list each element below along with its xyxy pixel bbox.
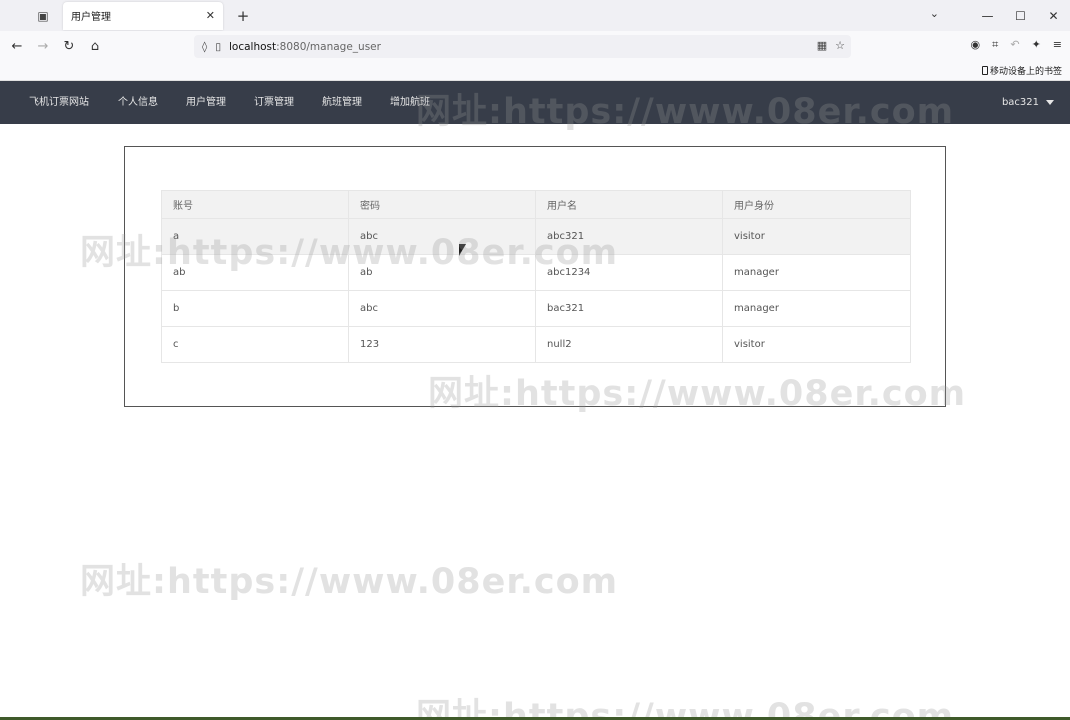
- site-brand-link[interactable]: 飞机订票网站: [0, 81, 104, 124]
- new-tab-button[interactable]: +: [233, 7, 253, 25]
- cell-username: null2: [535, 326, 723, 363]
- cell-password: abc: [348, 290, 536, 327]
- nav-flight-management[interactable]: 航班管理: [308, 81, 376, 124]
- site-navbar: 飞机订票网站 个人信息 用户管理 订票管理 航班管理 增加航班 bac321: [0, 81, 1070, 124]
- url-bar-actions: ▦ ☆: [817, 39, 845, 52]
- table-header-row: 账号 密码 用户名 用户身份: [161, 190, 911, 219]
- header-role: 用户身份: [722, 190, 911, 219]
- page-info-icon: ▯: [215, 40, 221, 53]
- browser-tab[interactable]: 用户管理 ✕: [63, 1, 223, 30]
- table-row[interactable]: a abc abc321 visitor: [161, 218, 911, 255]
- header-username: 用户名: [535, 190, 723, 219]
- forward-arrow-icon[interactable]: →: [30, 39, 56, 54]
- cell-role: visitor: [722, 218, 911, 255]
- browser-nav-bar: ← → ↻ ⌂ ◊ ▯ localhost:8080/manage_user ▦…: [0, 31, 1070, 61]
- cell-password: 123: [348, 326, 536, 363]
- cell-password: ab: [348, 254, 536, 291]
- screenshot-crop-icon[interactable]: ⌗: [992, 38, 998, 52]
- cell-account: ab: [161, 254, 349, 291]
- list-tabs-icon[interactable]: ⌄: [930, 7, 939, 20]
- nav-booking-management[interactable]: 订票管理: [240, 81, 308, 124]
- back-arrow-icon[interactable]: ←: [4, 39, 30, 54]
- mobile-bookmarks[interactable]: 移动设备上的书签: [981, 64, 1062, 77]
- nav-personal-info[interactable]: 个人信息: [104, 81, 172, 124]
- caret-down-icon: [1046, 100, 1054, 105]
- account-icon[interactable]: ◉: [971, 38, 981, 52]
- watermark: 网址:https://www.08er.com: [416, 697, 955, 720]
- tab-close-icon[interactable]: ✕: [206, 9, 215, 22]
- user-table: 账号 密码 用户名 用户身份 a abc abc321 visitor ab a…: [161, 190, 911, 363]
- table-row[interactable]: b abc bac321 manager: [161, 290, 911, 327]
- minimize-button[interactable]: —: [971, 9, 1004, 23]
- cell-username: abc1234: [535, 254, 723, 291]
- nav-add-flight[interactable]: 增加航班: [376, 81, 444, 124]
- table-row[interactable]: c 123 null2 visitor: [161, 326, 911, 363]
- header-account: 账号: [161, 190, 349, 219]
- extensions-icon[interactable]: ✦: [1032, 38, 1041, 52]
- cell-account: a: [161, 218, 349, 255]
- url-bar[interactable]: ◊ ▯ localhost:8080/manage_user ▦ ☆: [194, 35, 851, 58]
- cell-role: manager: [722, 254, 911, 291]
- bookmark-star-icon[interactable]: ☆: [835, 39, 845, 52]
- tab-title: 用户管理: [71, 12, 111, 23]
- header-password: 密码: [348, 190, 536, 219]
- cell-role: manager: [722, 290, 911, 327]
- cell-account: c: [161, 326, 349, 363]
- home-icon[interactable]: ⌂: [82, 39, 108, 54]
- browser-tab-bar: ▣ 用户管理 ✕ + ⌄ — ☐ ✕: [0, 0, 1070, 31]
- watermark: 网址:https://www.08er.com: [80, 562, 619, 602]
- tab-manager-icon[interactable]: ▣: [29, 2, 57, 30]
- user-table-panel: 账号 密码 用户名 用户身份 a abc abc321 visitor ab a…: [124, 146, 946, 407]
- cell-username: abc321: [535, 218, 723, 255]
- nav-user-management[interactable]: 用户管理: [172, 81, 240, 124]
- qr-code-icon[interactable]: ▦: [817, 39, 827, 52]
- reload-icon[interactable]: ↻: [56, 39, 82, 54]
- window-controls: — ☐ ✕: [971, 0, 1070, 31]
- cell-account: b: [161, 290, 349, 327]
- phone-icon: [981, 66, 988, 75]
- undo-icon[interactable]: ↶: [1010, 38, 1019, 52]
- mobile-bookmarks-label: 移动设备上的书签: [989, 67, 1062, 77]
- cell-role: visitor: [722, 326, 911, 363]
- maximize-button[interactable]: ☐: [1004, 9, 1037, 23]
- mouse-cursor-icon: [459, 244, 466, 256]
- user-dropdown[interactable]: bac321: [1002, 81, 1054, 124]
- shield-icon: ◊: [202, 40, 208, 53]
- cell-password: abc: [348, 218, 536, 255]
- menu-icon[interactable]: ≡: [1053, 38, 1062, 52]
- bookmarks-bar: 移动设备上的书签: [0, 61, 1070, 81]
- toolbar-right: ◉ ⌗ ↶ ✦ ≡: [971, 38, 1062, 52]
- user-name: bac321: [1001, 97, 1039, 108]
- url-host: localhost: [228, 40, 277, 53]
- url-path: :8080/manage_user: [276, 40, 381, 53]
- cell-username: bac321: [535, 290, 723, 327]
- close-window-button[interactable]: ✕: [1037, 9, 1070, 23]
- table-row[interactable]: ab ab abc1234 manager: [161, 254, 911, 291]
